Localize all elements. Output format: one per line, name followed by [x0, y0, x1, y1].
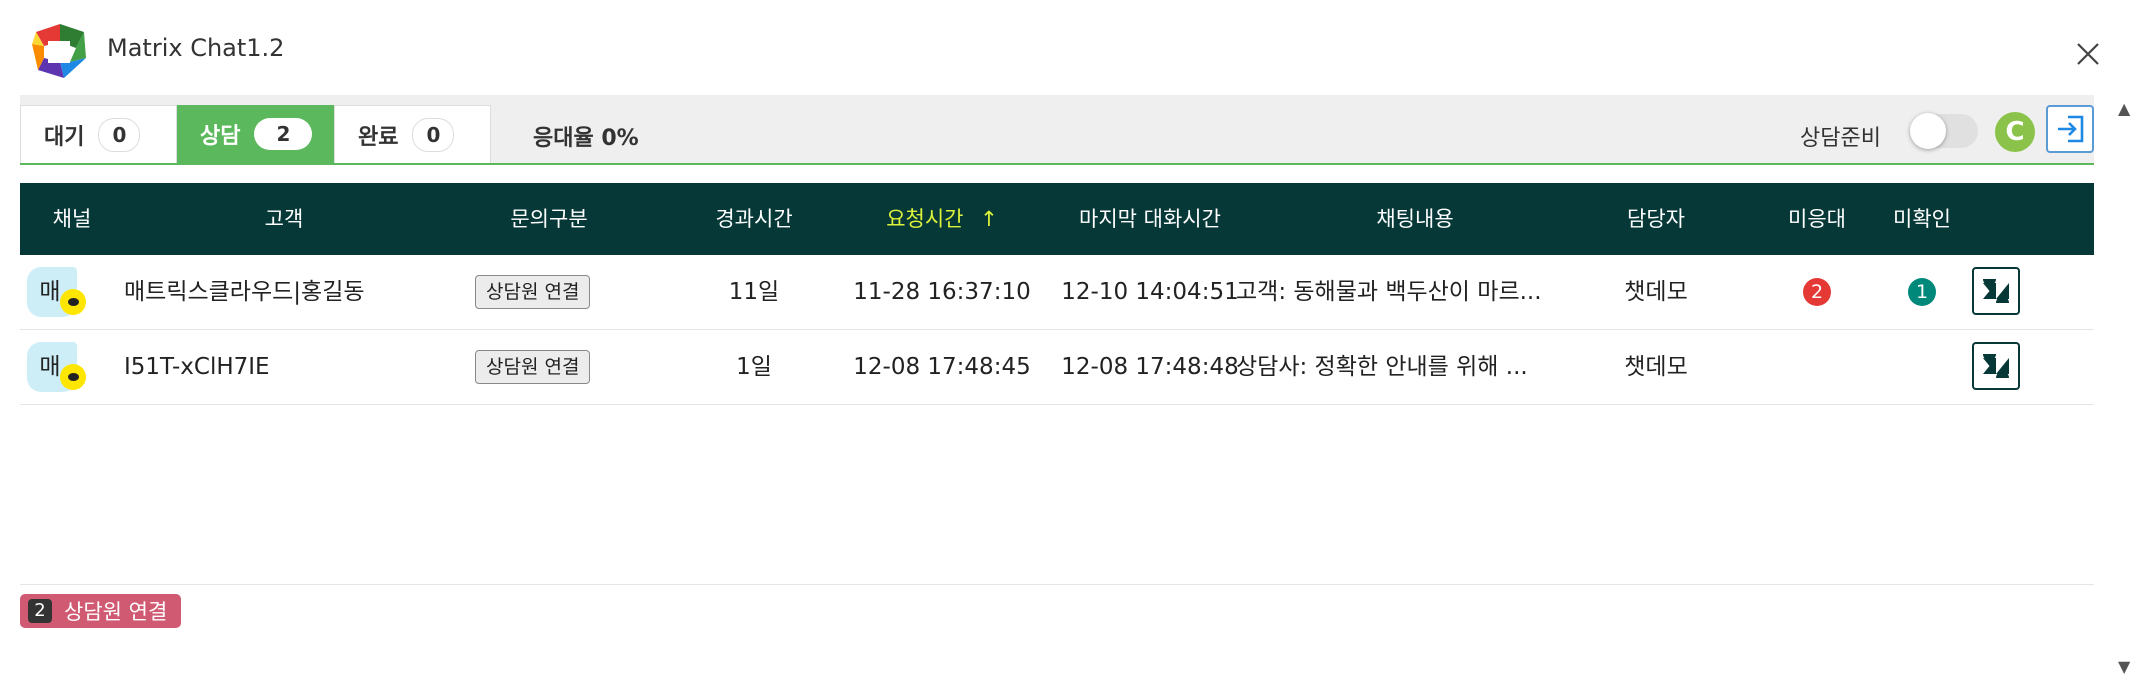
agent-name: 챗데모 — [1624, 279, 1688, 305]
table-header: 채널 고객 문의구분 경과시간 요청시간 ↑ 마지막 대화시간 채팅내용 담당자… — [20, 183, 2094, 255]
close-icon[interactable] — [2072, 38, 2104, 70]
elapsed-time: 11일 — [728, 279, 780, 305]
col-channel[interactable]: 채널 — [20, 183, 124, 255]
last-chat-time: 12-08 17:48:48 — [1061, 354, 1239, 380]
tab-waiting[interactable]: 대기 0 — [20, 105, 177, 163]
col-last-chat[interactable]: 마지막 대화시간 — [1030, 183, 1270, 255]
agent-name: 챗데모 — [1624, 354, 1688, 380]
sort-arrow-icon: ↑ — [980, 207, 998, 231]
tab-consulting[interactable]: 상담 2 — [177, 105, 334, 163]
tab-consulting-label: 상담 — [200, 124, 241, 149]
toggle-knob — [1910, 113, 1946, 149]
kakao-talk-icon — [60, 364, 86, 390]
chat-table: 채널 고객 문의구분 경과시간 요청시간 ↑ 마지막 대화시간 채팅내용 담당자… — [20, 183, 2094, 405]
scroll-down-icon[interactable]: ▼ — [2118, 657, 2130, 676]
tab-strip: 대기 0 상담 2 완료 0 응대율 0% 상담준비 C — [20, 95, 2094, 165]
col-requested-label: 요청시간 — [886, 207, 964, 231]
last-chat-time: 12-10 14:04:51 — [1061, 279, 1239, 305]
inquiry-type-button[interactable]: 상담원 연결 — [475, 350, 591, 384]
scrollbar[interactable]: ▲ ▼ — [2114, 95, 2137, 683]
chat-preview: 고객: 동해물과 백두산이 마르... — [1236, 279, 1542, 305]
col-agent[interactable]: 담당자 — [1560, 183, 1752, 255]
ready-label: 상담준비 — [1800, 126, 1881, 151]
zendesk-icon — [1983, 279, 2009, 303]
tab-consulting-count: 2 — [254, 118, 313, 150]
col-requested[interactable]: 요청시간 ↑ — [854, 183, 1030, 255]
col-customer[interactable]: 고객 — [124, 183, 444, 255]
zendesk-button[interactable] — [1972, 342, 2020, 390]
table-row[interactable]: 매 I51T-xClH7IE 상담원 연결 1일 12-08 17:48:45 … — [20, 330, 2094, 405]
inquiry-type-button[interactable]: 상담원 연결 — [475, 275, 591, 309]
col-inquiry[interactable]: 문의구분 — [444, 183, 654, 255]
col-unanswered[interactable]: 미응대 — [1752, 183, 1882, 255]
avatar[interactable]: C — [1995, 112, 2035, 152]
legend-label: 상담원 연결 — [64, 600, 168, 624]
tab-completed[interactable]: 완료 0 — [334, 105, 491, 163]
app-title: Matrix Chat1.2 — [107, 34, 285, 62]
footer-divider — [20, 584, 2094, 585]
tab-completed-count: 0 — [412, 117, 455, 152]
customer-name: 매트릭스클라우드|홍길동 — [124, 279, 365, 305]
zendesk-button[interactable] — [1972, 267, 2020, 315]
scroll-up-icon[interactable]: ▲ — [2118, 99, 2130, 118]
channel-avatar: 매 — [27, 342, 86, 392]
exit-button[interactable] — [2046, 105, 2094, 153]
table-row[interactable]: 매 매트릭스클라우드|홍길동 상담원 연결 11일 11-28 16:37:10… — [20, 255, 2094, 330]
tab-completed-label: 완료 — [358, 124, 399, 150]
unread-badge: 1 — [1908, 278, 1936, 306]
response-rate: 응대율 0% — [533, 126, 639, 151]
legend-tag[interactable]: 2 상담원 연결 — [20, 594, 182, 628]
legend-count: 2 — [28, 599, 52, 623]
customer-name: I51T-xClH7IE — [124, 354, 270, 380]
exit-icon — [2058, 115, 2084, 143]
ready-toggle[interactable] — [1910, 113, 1978, 149]
title-bar: Matrix Chat1.2 — [0, 0, 2137, 95]
col-content[interactable]: 채팅내용 — [1270, 183, 1560, 255]
requested-time: 11-28 16:37:10 — [853, 279, 1031, 305]
requested-time: 12-08 17:48:45 — [853, 354, 1031, 380]
tab-waiting-count: 0 — [98, 117, 141, 152]
channel-avatar: 매 — [27, 267, 86, 317]
kakao-talk-icon — [60, 289, 86, 315]
col-elapsed[interactable]: 경과시간 — [654, 183, 854, 255]
unanswered-badge: 2 — [1803, 278, 1831, 306]
zendesk-icon — [1983, 354, 2009, 378]
elapsed-time: 1일 — [736, 354, 772, 380]
chat-preview: 상담사: 정확한 안내를 위해 ... — [1236, 354, 1528, 380]
matrix-chat-logo-icon — [32, 24, 86, 78]
tab-waiting-label: 대기 — [44, 124, 85, 150]
col-unread[interactable]: 미확인 — [1882, 183, 1962, 255]
